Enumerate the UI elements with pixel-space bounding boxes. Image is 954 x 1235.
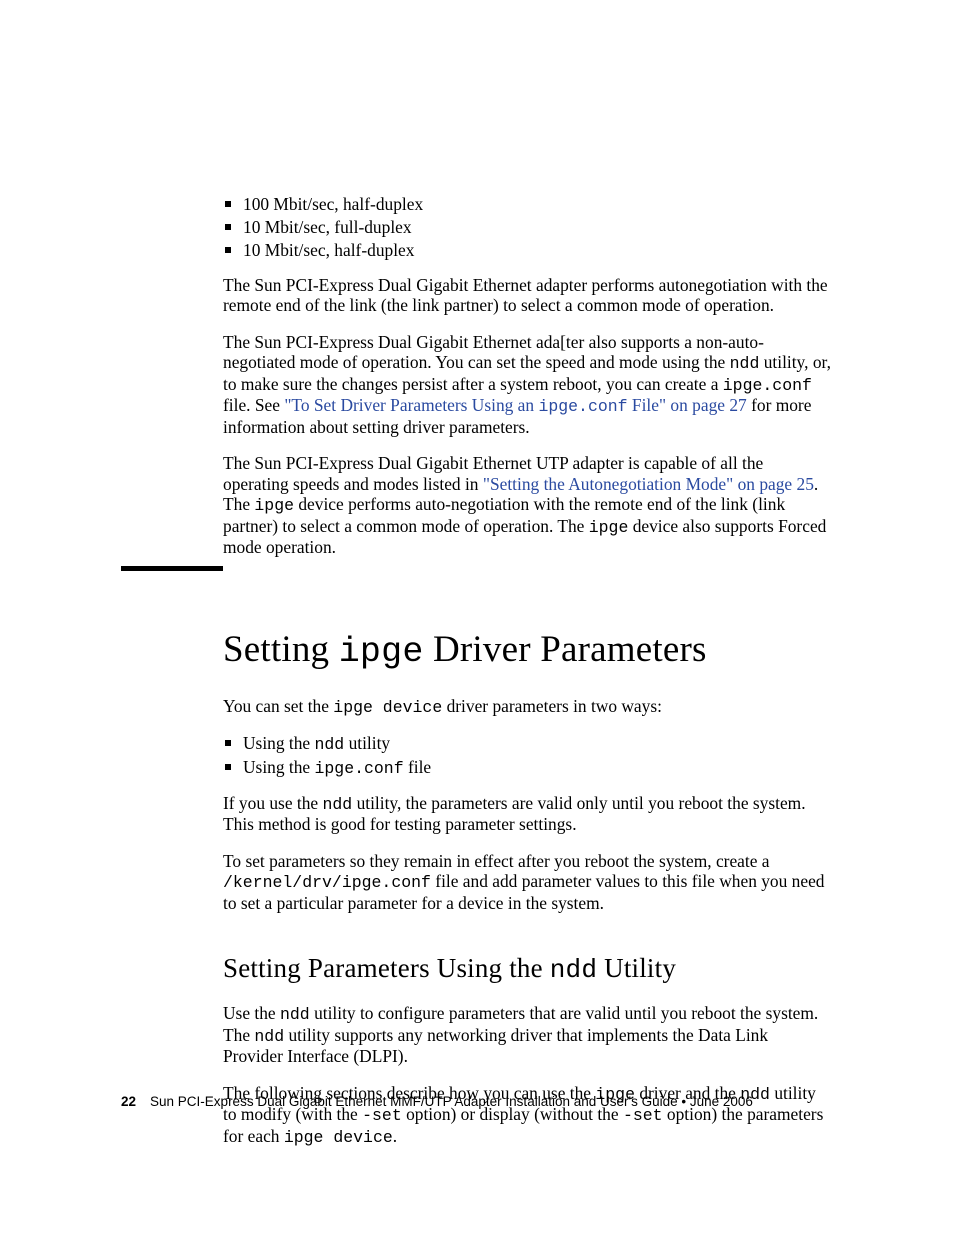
paragraph: The Sun PCI-Express Dual Gigabit Etherne… bbox=[223, 275, 832, 316]
paragraph: The following sections describe how you … bbox=[223, 1083, 832, 1147]
text: utility supports any networking driver t… bbox=[223, 1025, 768, 1066]
code: ndd bbox=[730, 354, 760, 373]
list-item: 10 Mbit/sec, half-duplex bbox=[243, 240, 832, 261]
paragraph: To set parameters so they remain in effe… bbox=[223, 851, 832, 914]
code: ipge device bbox=[284, 1128, 393, 1147]
text: file bbox=[404, 757, 432, 777]
paragraph: The Sun PCI-Express Dual Gigabit Etherne… bbox=[223, 453, 832, 558]
list-item: 100 Mbit/sec, half-duplex bbox=[243, 194, 832, 215]
paragraph: You can set the ipge device driver param… bbox=[223, 696, 832, 717]
text: utility bbox=[344, 733, 390, 753]
code: -set bbox=[623, 1106, 663, 1125]
text: Using the bbox=[243, 733, 315, 753]
code: ipge bbox=[254, 496, 294, 515]
list-item: Using the ipge.conf file bbox=[243, 757, 832, 779]
list-item: Using the ndd utility bbox=[243, 733, 832, 755]
subsection-heading: Setting Parameters Using the ndd Utility bbox=[223, 953, 832, 985]
code: ipge device bbox=[333, 698, 442, 717]
method-list: Using the ndd utility Using the ipge.con… bbox=[223, 733, 832, 779]
paragraph: Use the ndd utility to configure paramet… bbox=[223, 1003, 832, 1066]
text: Use the bbox=[223, 1003, 280, 1023]
heading-code: ipge bbox=[339, 632, 424, 672]
page-content: 100 Mbit/sec, half-duplex 10 Mbit/sec, f… bbox=[223, 194, 832, 1163]
heading-text: Utility bbox=[597, 953, 676, 983]
code: ndd bbox=[280, 1005, 310, 1024]
page: 100 Mbit/sec, half-duplex 10 Mbit/sec, f… bbox=[0, 0, 954, 1235]
page-number: 22 bbox=[121, 1094, 136, 1109]
paragraph: The Sun PCI-Express Dual Gigabit Etherne… bbox=[223, 332, 832, 437]
text: The Sun PCI-Express Dual Gigabit Etherne… bbox=[223, 332, 764, 373]
link-code: ipge.conf bbox=[538, 397, 627, 416]
spacer bbox=[223, 574, 832, 628]
xref-link[interactable]: "To Set Driver Parameters Using an ipge.… bbox=[284, 395, 746, 415]
text: Using the bbox=[243, 757, 315, 777]
code: ndd bbox=[323, 795, 353, 814]
text: You can set the bbox=[223, 696, 333, 716]
page-footer: 22 Sun PCI-Express Dual Gigabit Ethernet … bbox=[121, 1094, 753, 1109]
text: file. See bbox=[223, 395, 284, 415]
list-item: 10 Mbit/sec, full-duplex bbox=[243, 217, 832, 238]
code: ndd bbox=[254, 1027, 284, 1046]
section-heading: Setting ipge Driver Parameters bbox=[223, 628, 832, 672]
heading-text: Driver Parameters bbox=[424, 629, 707, 670]
link-text: "To Set Driver Parameters Using an bbox=[284, 395, 538, 415]
text: If you use the bbox=[223, 793, 323, 813]
code: ipge.conf bbox=[723, 376, 812, 395]
section-rule bbox=[121, 566, 223, 571]
code: ndd bbox=[315, 735, 345, 754]
code: ipge.conf bbox=[315, 759, 404, 778]
heading-code: ndd bbox=[550, 955, 597, 985]
text: . bbox=[393, 1126, 397, 1146]
xref-link[interactable]: "Setting the Autonegotiation Mode" on pa… bbox=[483, 474, 814, 494]
code: ipge bbox=[589, 518, 629, 537]
link-text: File" on page 27 bbox=[628, 395, 747, 415]
heading-text: Setting bbox=[223, 629, 339, 670]
heading-text: Setting Parameters Using the bbox=[223, 953, 550, 983]
code: /kernel/drv/ipge.conf bbox=[223, 873, 431, 892]
speed-mode-list: 100 Mbit/sec, half-duplex 10 Mbit/sec, f… bbox=[223, 194, 832, 261]
text: driver parameters in two ways: bbox=[442, 696, 662, 716]
paragraph: If you use the ndd utility, the paramete… bbox=[223, 793, 832, 835]
footer-text: Sun PCI-Express Dual Gigabit Ethernet MM… bbox=[150, 1094, 753, 1109]
code: -set bbox=[362, 1106, 402, 1125]
text: To set parameters so they remain in effe… bbox=[223, 851, 770, 871]
